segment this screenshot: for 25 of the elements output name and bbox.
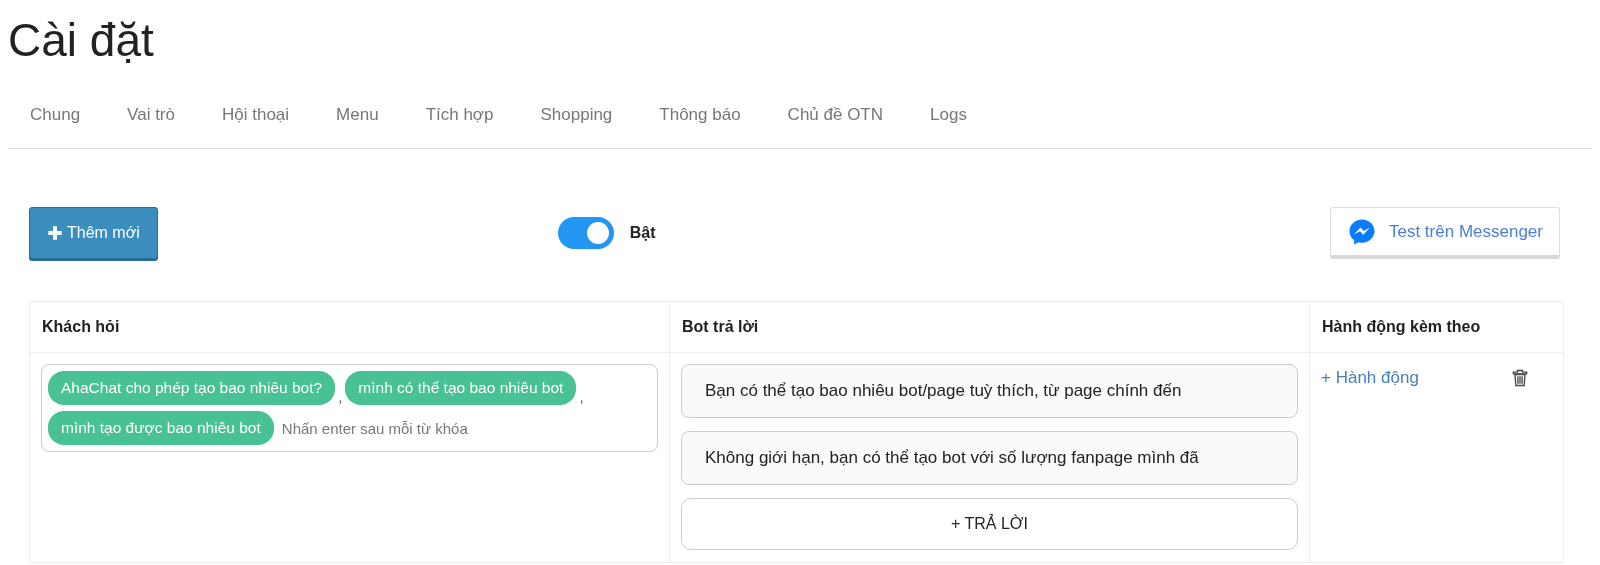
- tab[interactable]: Vai trò: [127, 99, 175, 131]
- messenger-button[interactable]: Test trên Messenger: [1329, 207, 1560, 259]
- add-button[interactable]: Thêm mới: [29, 207, 158, 259]
- plus-icon: [47, 225, 63, 241]
- tab[interactable]: Chủ đề OTN: [787, 99, 884, 131]
- toggle-label: Bật: [629, 224, 656, 242]
- tab[interactable]: Thông báo: [659, 99, 741, 131]
- column-header: Khách hỏi: [29, 301, 670, 353]
- add-reply-button[interactable]: + TRẢ LỜI: [681, 498, 1298, 550]
- page-title: Cài đặt: [8, 13, 155, 68]
- add-action-link[interactable]: + Hành động: [1321, 368, 1419, 388]
- reply-field[interactable]: Không giới hạn, bạn có thể tạo bot với số lượng fanpage mình đã: [681, 431, 1298, 485]
- trash-icon: [1510, 368, 1530, 388]
- tab[interactable]: Hội thoại: [222, 99, 290, 131]
- column-header: Hành động kèm theo: [1309, 301, 1564, 353]
- separator-comma: ,: [578, 388, 585, 405]
- toggle-switch[interactable]: [557, 217, 614, 249]
- reply-field[interactable]: Bạn có thể tạo bao nhiêu bot/page tuỳ thích, từ page chính đến: [681, 364, 1298, 418]
- tab[interactable]: Chung: [30, 99, 81, 131]
- column-header: Bot trả lời: [669, 301, 1310, 353]
- tab[interactable]: Tích hợp: [425, 99, 494, 131]
- tab[interactable]: Logs: [930, 99, 967, 131]
- separator-comma: ,: [337, 388, 344, 405]
- tab[interactable]: Menu: [336, 99, 379, 131]
- tab[interactable]: Shopping: [540, 99, 613, 131]
